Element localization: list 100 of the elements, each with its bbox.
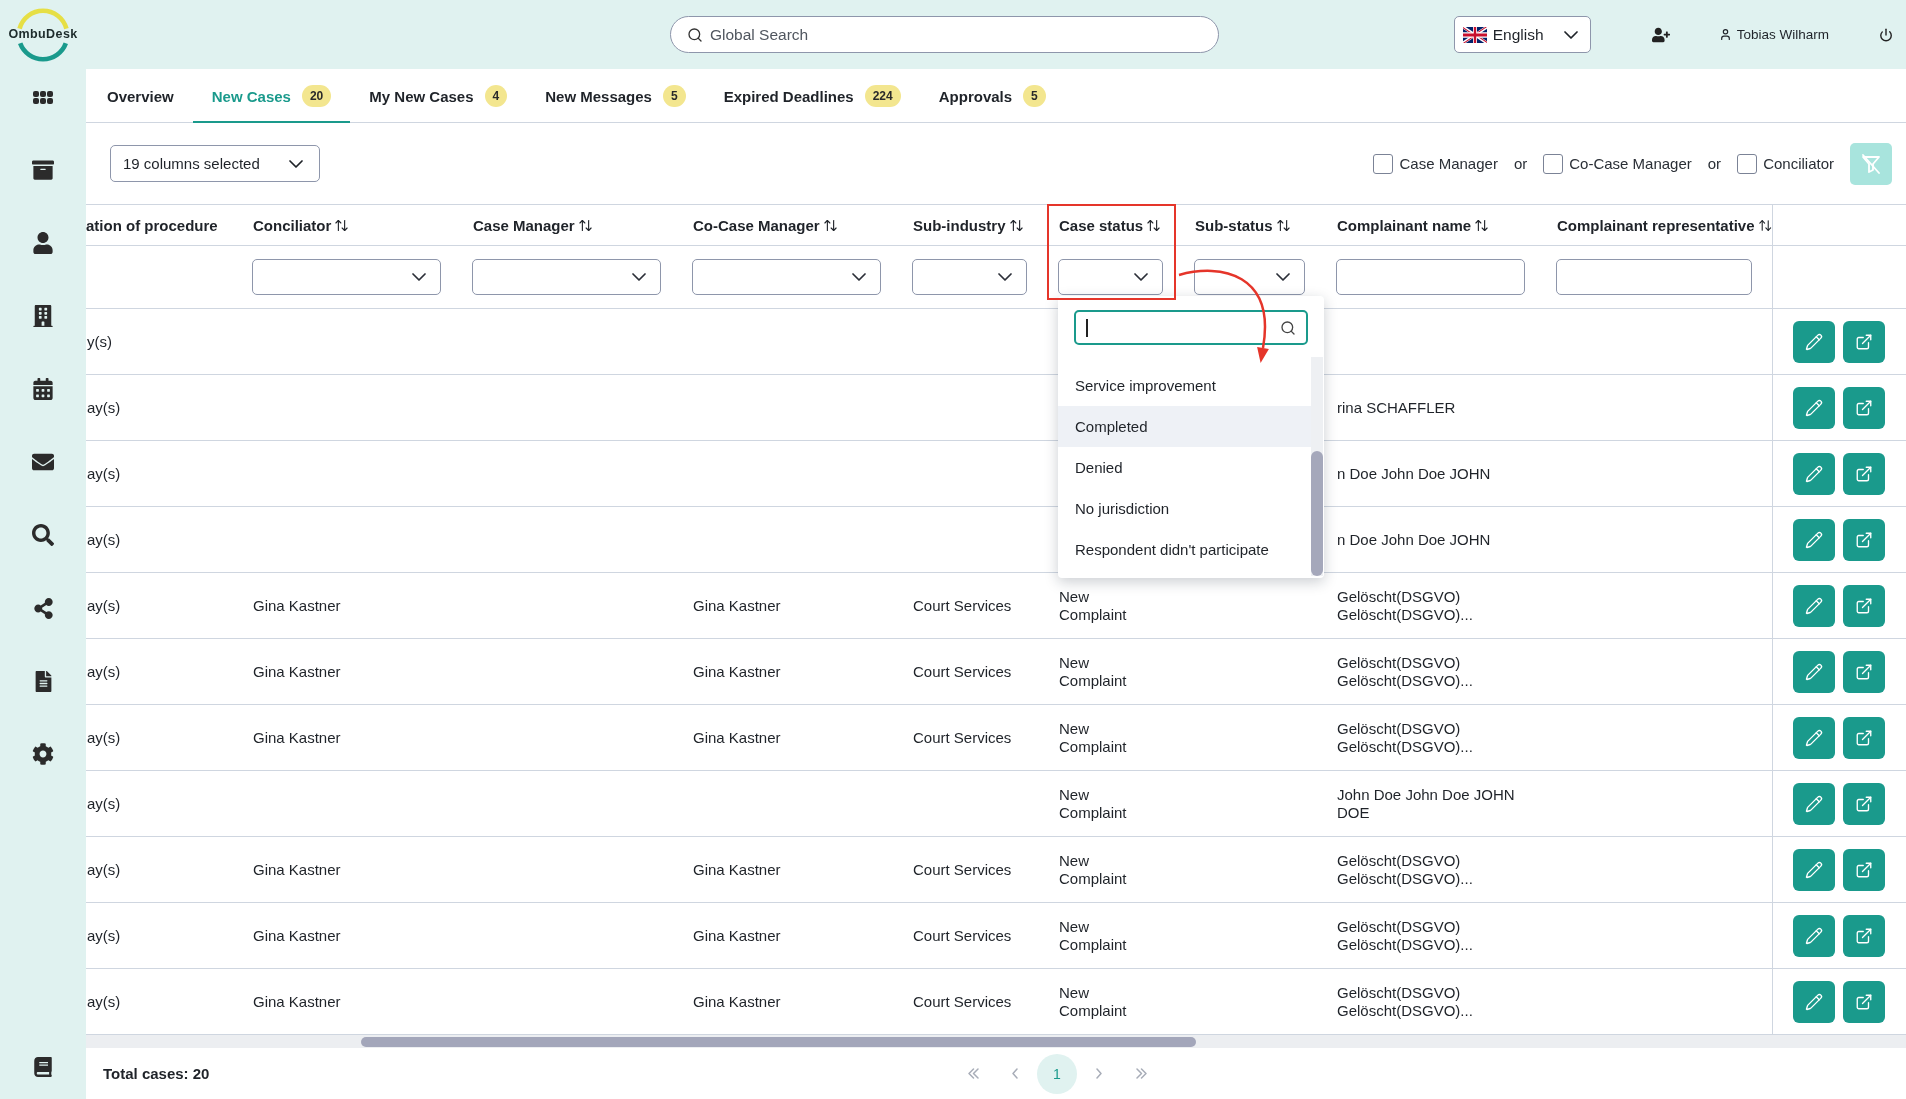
search-field[interactable]: Global Search (670, 16, 1219, 53)
column-header: Case status (1059, 216, 1144, 234)
edit-button[interactable] (1793, 782, 1835, 825)
edit-button[interactable] (1793, 650, 1835, 693)
checkbox[interactable] (1543, 153, 1564, 174)
edit-button[interactable] (1793, 452, 1835, 495)
table-cell-text: ay(s) (86, 793, 122, 814)
open-button[interactable] (1843, 452, 1885, 495)
column-header: ation of procedure (86, 216, 218, 234)
filter-select[interactable] (692, 259, 881, 295)
sort-icon[interactable] (1275, 217, 1291, 233)
table-cell-text: Gelöscht(DSGVO) Gelöscht(DSGVO)... (1336, 850, 1474, 889)
columns-select[interactable]: 19 columns selected (110, 145, 320, 182)
filter-input[interactable] (1556, 259, 1752, 295)
table-cell-text: Gina Kastner (692, 859, 782, 880)
open-button[interactable] (1843, 914, 1885, 957)
language-select[interactable]: English (1453, 16, 1591, 53)
open-button[interactable] (1843, 518, 1885, 561)
edit-button[interactable] (1793, 980, 1835, 1023)
scrollbar-thumb[interactable] (1311, 451, 1323, 576)
table-cell-text: y(s) (86, 331, 113, 352)
person-icon[interactable] (32, 232, 54, 254)
open-button[interactable] (1843, 848, 1885, 891)
table-cell-text: Gina Kastner (252, 727, 342, 748)
edit-button[interactable] (1793, 716, 1835, 759)
sort-icon[interactable] (1474, 217, 1490, 233)
dropdown-option[interactable]: Respondent didn't participate (1058, 529, 1311, 570)
table-cell-text: ay(s) (86, 859, 122, 880)
edit-button[interactable] (1793, 518, 1835, 561)
table-cell-text: Court Services (912, 661, 1013, 682)
open-button[interactable] (1843, 584, 1885, 627)
open-button[interactable] (1843, 386, 1885, 429)
checkbox-label[interactable]: Conciliator (1763, 155, 1834, 172)
table-cell-text: New Complaint (1058, 982, 1128, 1021)
edit-button[interactable] (1793, 848, 1835, 891)
open-button[interactable] (1843, 716, 1885, 759)
power-icon[interactable] (1879, 27, 1893, 42)
filter-select[interactable] (472, 259, 661, 295)
table-cell-text: Court Services (912, 859, 1013, 880)
tab[interactable]: New Messages 5 (526, 69, 705, 123)
building-icon[interactable] (32, 305, 54, 327)
pencil-icon (1805, 926, 1823, 945)
sort-icon[interactable] (577, 217, 593, 233)
table-cell-text: Court Services (912, 991, 1013, 1012)
open-button[interactable] (1843, 650, 1885, 693)
apps-grid-icon[interactable] (33, 90, 53, 104)
tab[interactable]: Approvals 5 (919, 69, 1065, 123)
add-user-icon[interactable] (1651, 25, 1670, 44)
checkbox-label[interactable]: Case Manager (1399, 155, 1498, 172)
open-button[interactable] (1843, 980, 1885, 1023)
tab[interactable]: Overview (88, 69, 193, 123)
text-cursor (1086, 318, 1088, 337)
calendar-icon[interactable] (32, 378, 54, 400)
chevron-down-icon (412, 273, 426, 281)
column-header: Complainant representative (1557, 216, 1755, 234)
edit-button[interactable] (1793, 914, 1835, 957)
search-icon (687, 26, 703, 43)
sort-icon[interactable] (334, 217, 350, 233)
book-icon[interactable] (33, 1057, 53, 1077)
tab[interactable]: Expired Deadlines 224 (704, 69, 920, 123)
checkbox[interactable] (1737, 153, 1758, 174)
open-button[interactable] (1843, 320, 1885, 363)
table-cell-text: Court Services (912, 727, 1013, 748)
user-menu-button[interactable]: Tobias Wilharm (1718, 27, 1829, 42)
checkbox-label[interactable]: Co-Case Manager (1569, 155, 1692, 172)
table-cell-text: Gina Kastner (692, 925, 782, 946)
dropdown-option[interactable]: No jurisdiction (1058, 488, 1311, 529)
checkbox[interactable] (1373, 153, 1394, 174)
sort-icon[interactable] (1757, 217, 1772, 233)
dropdown-option[interactable]: Denied (1058, 447, 1311, 488)
share-icon[interactable] (32, 597, 54, 619)
chevron-down-icon (632, 273, 646, 281)
tab[interactable]: My New Cases 4 (350, 69, 527, 123)
edit-button[interactable] (1793, 320, 1835, 363)
scrollbar-thumb[interactable] (361, 1036, 1196, 1047)
filter-select[interactable] (912, 259, 1027, 295)
external-link-icon (1855, 992, 1873, 1011)
filter-select[interactable] (1058, 259, 1163, 295)
dropdown-option[interactable]: Service improvement (1058, 365, 1311, 406)
open-button[interactable] (1843, 782, 1885, 825)
filter-input[interactable] (1336, 259, 1525, 295)
filter-select[interactable] (1194, 259, 1305, 295)
separator-text: or (1707, 155, 1722, 172)
archive-box-icon[interactable] (32, 159, 54, 181)
envelope-icon[interactable] (32, 451, 54, 473)
sort-icon[interactable] (1146, 217, 1162, 233)
sort-icon[interactable] (822, 217, 838, 233)
dropdown-option[interactable]: Completed (1058, 406, 1311, 447)
tab[interactable]: New Cases 20 (192, 69, 351, 123)
edit-button[interactable] (1793, 584, 1835, 627)
column-header: Complainant name (1337, 216, 1472, 234)
search-icon[interactable] (32, 524, 54, 546)
edit-button[interactable] (1793, 386, 1835, 429)
search-field[interactable] (1074, 310, 1308, 345)
filter-select[interactable] (252, 259, 441, 295)
filter-off-icon (1861, 153, 1881, 174)
settings-icon[interactable] (32, 743, 54, 765)
table-cell-text: Gina Kastner (252, 595, 342, 616)
table-cell-text: New Complaint (1058, 718, 1128, 757)
sort-icon[interactable] (1008, 217, 1024, 233)
